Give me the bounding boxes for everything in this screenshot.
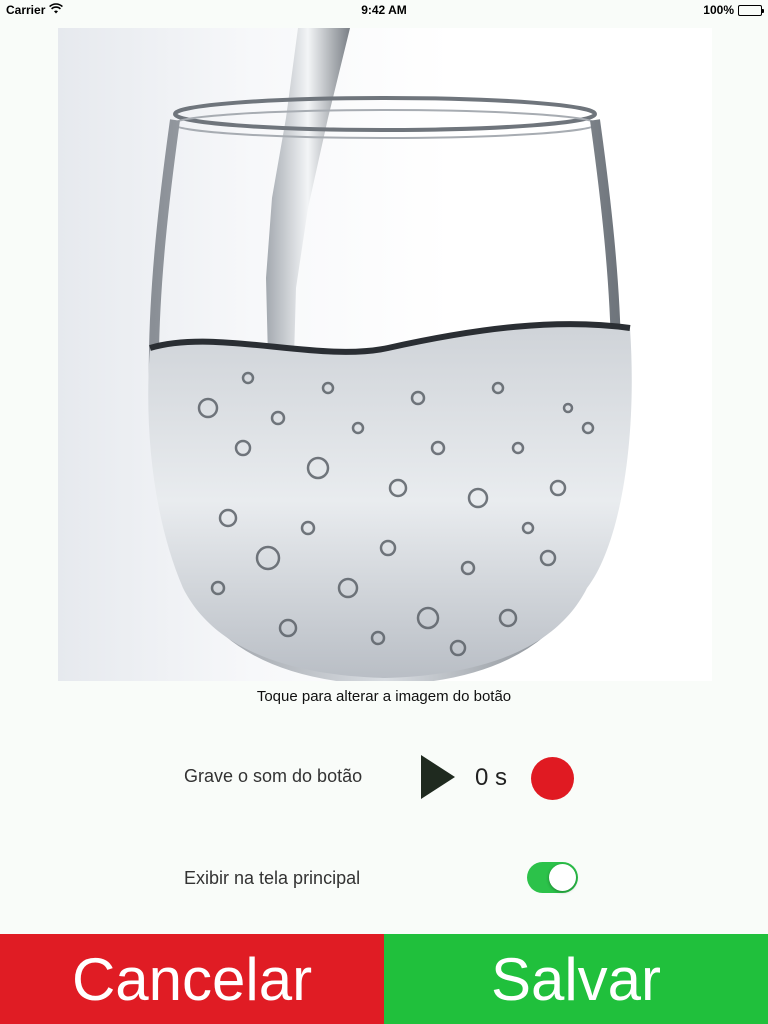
record-sound-label: Grave o som do botão (184, 766, 363, 786)
change-image-hint: Toque para alterar a imagem do botão (256, 688, 512, 705)
status-time: 9:42 AM (361, 3, 407, 17)
status-right: 100% (703, 3, 764, 17)
battery-percent: 100% (703, 3, 734, 17)
save-button[interactable]: Salvar (384, 934, 768, 1024)
play-icon (421, 755, 455, 799)
water-glass-icon (148, 28, 632, 681)
show-main-label: Exibir na tela principal (184, 868, 361, 888)
status-bar: Carrier 9:42 AM 100% (0, 0, 768, 20)
cancel-button[interactable]: Cancelar (0, 934, 384, 1024)
toggle-knob (549, 864, 576, 891)
record-button[interactable] (531, 757, 574, 800)
play-button[interactable] (421, 755, 455, 799)
button-image[interactable] (58, 28, 712, 681)
show-main-toggle[interactable] (527, 862, 578, 893)
battery-icon (738, 4, 764, 16)
sound-duration: 0 s (475, 764, 508, 791)
